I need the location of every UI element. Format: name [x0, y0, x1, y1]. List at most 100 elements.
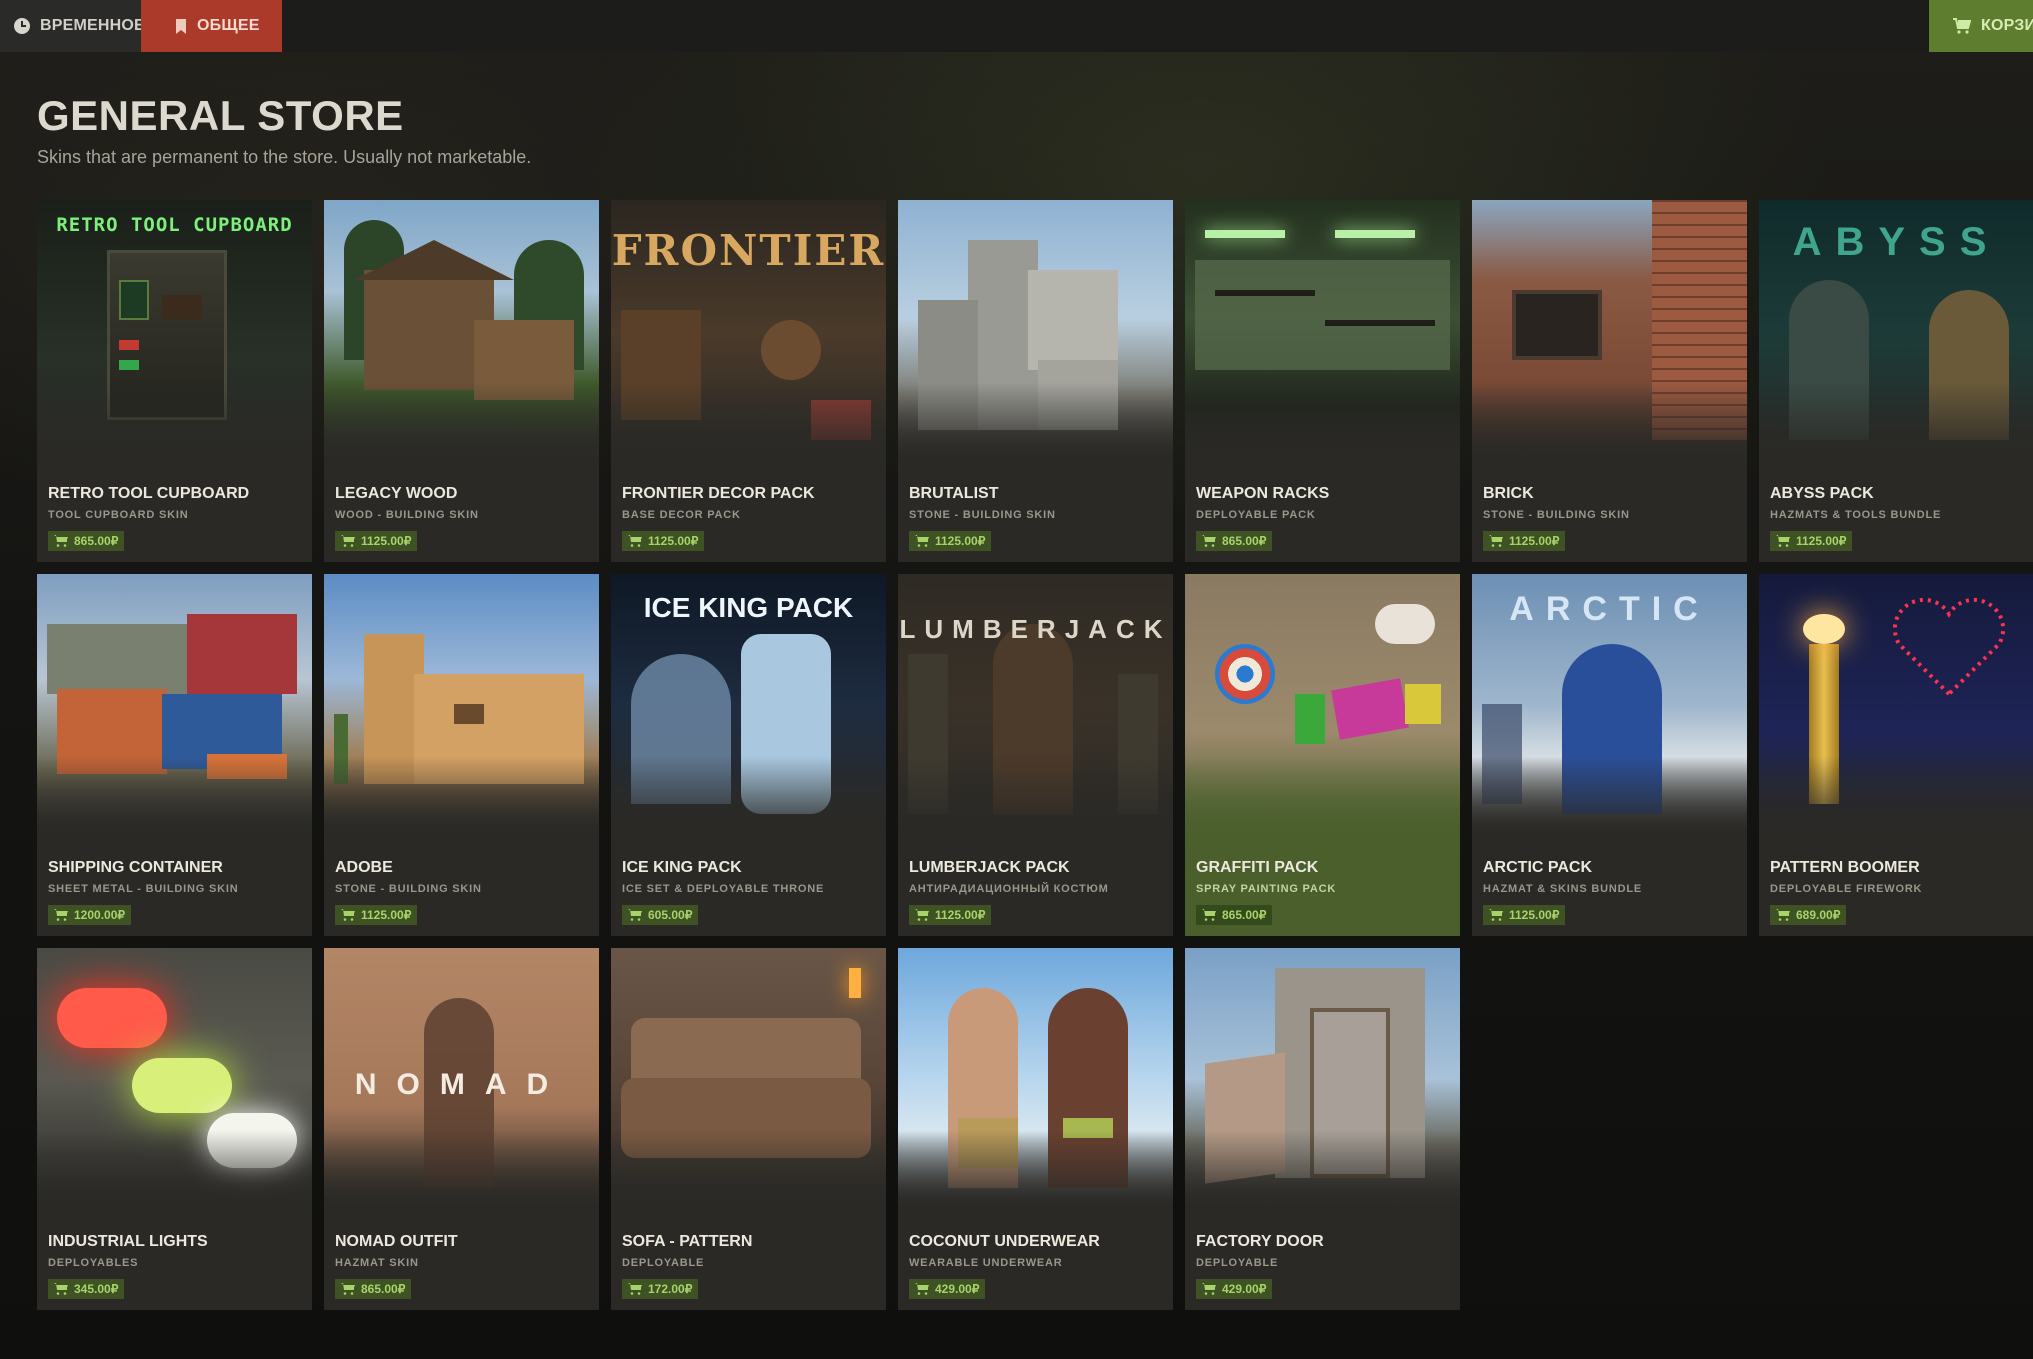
item-price[interactable]: 1125.00₽ [335, 531, 418, 551]
item-art-text: LUMBERJACK [899, 614, 1172, 644]
store-item-retro-tool-cupboard[interactable]: RETRO TOOL CUPBOARD RETRO TOOL CUPBOARD … [37, 200, 312, 562]
item-image [1185, 948, 1460, 1210]
cart-icon [1953, 18, 1971, 34]
item-name: SHIPPING CONTAINER [48, 859, 223, 876]
item-image [898, 948, 1173, 1210]
store-item-graffiti-pack[interactable]: GRAFFITI PACK SPRAY PAINTING PACK 865.00… [1185, 574, 1460, 936]
item-price[interactable]: 865.00₽ [1196, 905, 1273, 925]
item-image: ABYSS [1759, 200, 2033, 462]
item-price[interactable]: 345.00₽ [48, 1279, 125, 1299]
item-price-value: 1125.00₽ [1796, 534, 1847, 548]
cart-icon [1202, 909, 1216, 921]
item-price[interactable]: 689.00₽ [1770, 905, 1847, 925]
item-price-value: 1200.00₽ [74, 908, 126, 922]
item-name: SOFA - PATTERN [622, 1233, 753, 1250]
store-item-coconut-underwear[interactable]: COCONUT UNDERWEAR WEARABLE UNDERWEAR 429… [898, 948, 1173, 1310]
item-type: SPRAY PAINTING PACK [1196, 883, 1337, 895]
item-image: ARCTIC [1472, 574, 1747, 836]
item-image [37, 574, 312, 836]
item-type: STONE - BUILDING SKIN [1483, 509, 1630, 521]
top-bar: ВРЕМЕННОЕ ОБЩЕЕ КОРЗИН [0, 0, 2033, 52]
cart-icon [341, 909, 355, 921]
store-item-pattern-boomer[interactable]: PATTERN BOOMER DEPLOYABLE FIREWORK 689.0… [1759, 574, 2033, 936]
item-price-value: 865.00₽ [361, 1282, 406, 1296]
item-image: RETRO TOOL CUPBOARD [37, 200, 312, 462]
item-price-value: 1125.00₽ [1509, 908, 1560, 922]
item-name: FRONTIER DECOR PACK [622, 485, 815, 502]
item-art-text: ABYSS [1792, 220, 2001, 264]
item-price[interactable]: 1125.00₽ [1483, 905, 1566, 925]
item-price[interactable]: 605.00₽ [622, 905, 699, 925]
store-item-arctic-pack[interactable]: ARCTIC ARCTIC PACK HAZMAT & SKINS BUNDLE… [1472, 574, 1747, 936]
item-price[interactable]: 1125.00₽ [622, 531, 705, 551]
cart-icon [54, 535, 68, 547]
cart-button[interactable]: КОРЗИН [1929, 0, 2033, 52]
store-item-industrial-lights[interactable]: INDUSTRIAL LIGHTS DEPLOYABLES 345.00₽ [37, 948, 312, 1310]
item-price[interactable]: 865.00₽ [335, 1279, 412, 1299]
item-art-text: NOMAD [354, 1068, 569, 1101]
item-name: LUMBERJACK PACK [909, 859, 1070, 876]
item-price[interactable]: 429.00₽ [1196, 1279, 1273, 1299]
cart-icon [915, 1283, 929, 1295]
item-type: SHEET METAL - BUILDING SKIN [48, 883, 239, 895]
cart-icon [1202, 1283, 1216, 1295]
store-item-weapon-racks[interactable]: WEAPON RACKS DEPLOYABLE PACK 865.00₽ [1185, 200, 1460, 562]
store-item-sofa-pattern[interactable]: SOFA - PATTERN DEPLOYABLE 172.00₽ [611, 948, 886, 1310]
item-price[interactable]: 1125.00₽ [335, 905, 418, 925]
item-type: DEPLOYABLE [1196, 1257, 1279, 1269]
item-price[interactable]: 429.00₽ [909, 1279, 986, 1299]
store-item-legacy-wood[interactable]: LEGACY WOOD WOOD - BUILDING SKIN 1125.00… [324, 200, 599, 562]
item-image [1185, 200, 1460, 462]
cart-icon [628, 535, 642, 547]
item-price-value: 345.00₽ [74, 1282, 119, 1296]
item-price[interactable]: 1200.00₽ [48, 905, 132, 925]
item-name: ADOBE [335, 859, 393, 876]
store-item-shipping-container[interactable]: SHIPPING CONTAINER SHEET METAL - BUILDIN… [37, 574, 312, 936]
store-item-brick[interactable]: BRICK STONE - BUILDING SKIN 1125.00₽ [1472, 200, 1747, 562]
cart-icon [54, 909, 68, 921]
store-grid: RETRO TOOL CUPBOARD RETRO TOOL CUPBOARD … [37, 200, 2033, 1310]
item-price-value: 172.00₽ [648, 1282, 693, 1296]
item-image [1472, 200, 1747, 462]
item-price[interactable]: 1125.00₽ [909, 531, 992, 551]
cart-icon [1202, 535, 1216, 547]
store-item-adobe[interactable]: ADOBE STONE - BUILDING SKIN 1125.00₽ [324, 574, 599, 936]
item-name: ABYSS PACK [1770, 485, 1874, 502]
item-price[interactable]: 1125.00₽ [1483, 531, 1566, 551]
cart-icon [1489, 909, 1503, 921]
item-image [324, 574, 599, 836]
cart-label: КОРЗИН [1981, 17, 2033, 34]
store-item-ice-king-pack[interactable]: ICE KING PACK ICE KING PACK ICE SET & DE… [611, 574, 886, 936]
item-name: NOMAD OUTFIT [335, 1233, 458, 1250]
tab-temporary[interactable]: ВРЕМЕННОЕ [0, 0, 145, 52]
item-price[interactable]: 865.00₽ [1196, 531, 1273, 551]
item-price-value: 429.00₽ [935, 1282, 980, 1296]
item-price[interactable]: 1125.00₽ [909, 905, 992, 925]
item-art-text: ARCTIC [1509, 590, 1710, 628]
item-name: RETRO TOOL CUPBOARD [48, 485, 250, 502]
cart-icon [341, 535, 355, 547]
store-item-factory-door[interactable]: FACTORY DOOR DEPLOYABLE 429.00₽ [1185, 948, 1460, 1310]
item-image [898, 200, 1173, 462]
store-item-nomad-outfit[interactable]: NOMAD NOMAD OUTFIT HAZMAT SKIN 865.00₽ [324, 948, 599, 1310]
store-item-brutalist[interactable]: BRUTALIST STONE - BUILDING SKIN 1125.00₽ [898, 200, 1173, 562]
item-name: PATTERN BOOMER [1770, 859, 1920, 876]
item-image: ICE KING PACK [611, 574, 886, 836]
item-type: WOOD - BUILDING SKIN [335, 509, 479, 521]
item-price[interactable]: 865.00₽ [48, 531, 125, 551]
store-item-frontier-decor-pack[interactable]: FRONTIER FRONTIER DECOR PACK BASE DECOR … [611, 200, 886, 562]
tab-general[interactable]: ОБЩЕЕ [141, 0, 282, 52]
item-art-text: ICE KING PACK [643, 592, 854, 623]
item-name: ICE KING PACK [622, 859, 742, 876]
item-art-text: FRONTIER [611, 226, 886, 275]
item-image [611, 948, 886, 1210]
store-item-abyss-pack[interactable]: ABYSS ABYSS PACK HAZMATS & TOOLS BUNDLE … [1759, 200, 2033, 562]
item-name: BRUTALIST [909, 485, 999, 502]
clock-icon [14, 18, 30, 34]
item-price[interactable]: 172.00₽ [622, 1279, 699, 1299]
store-item-lumberjack-pack[interactable]: LUMBERJACK LUMBERJACK PACK АНТИРАДИАЦИОН… [898, 574, 1173, 936]
item-type: DEPLOYABLES [48, 1257, 139, 1269]
item-type: HAZMATS & TOOLS BUNDLE [1770, 509, 1942, 521]
item-image: NOMAD [324, 948, 599, 1210]
item-price[interactable]: 1125.00₽ [1770, 531, 1853, 551]
